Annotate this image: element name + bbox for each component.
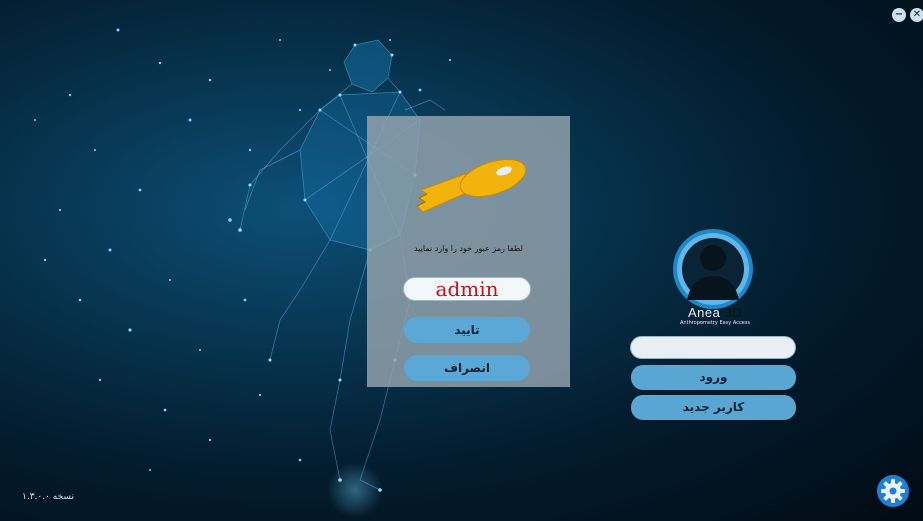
cancel-button[interactable]: انصراف [404,355,530,381]
key-icon [416,159,527,213]
new-user-button[interactable]: کاربر جدید [631,395,796,420]
password-dialog: لطفا رمز عبور خود را وارد نمایید تایید ا… [367,116,570,387]
brand-name-text: Anea [688,305,721,320]
minimize-button[interactable]: − [892,8,906,22]
login-button[interactable]: ورود [631,365,796,390]
close-button[interactable]: ✕ [910,8,923,22]
version-label: نسخه ۱.۳.۰.۰ [22,492,74,502]
password-prompt: لطفا رمز عبور خود را وارد نمایید [414,244,523,253]
gear-icon[interactable] [877,475,909,507]
password-input[interactable] [403,277,531,301]
brand-name-suffix: 3D [724,305,742,320]
brand-name: Anea 3D [660,305,770,320]
username-input[interactable] [630,336,796,359]
brand-tagline: Anthropometry Easy Access [680,320,750,326]
user-silhouette-icon [673,229,753,309]
confirm-button[interactable]: تایید [404,317,530,343]
